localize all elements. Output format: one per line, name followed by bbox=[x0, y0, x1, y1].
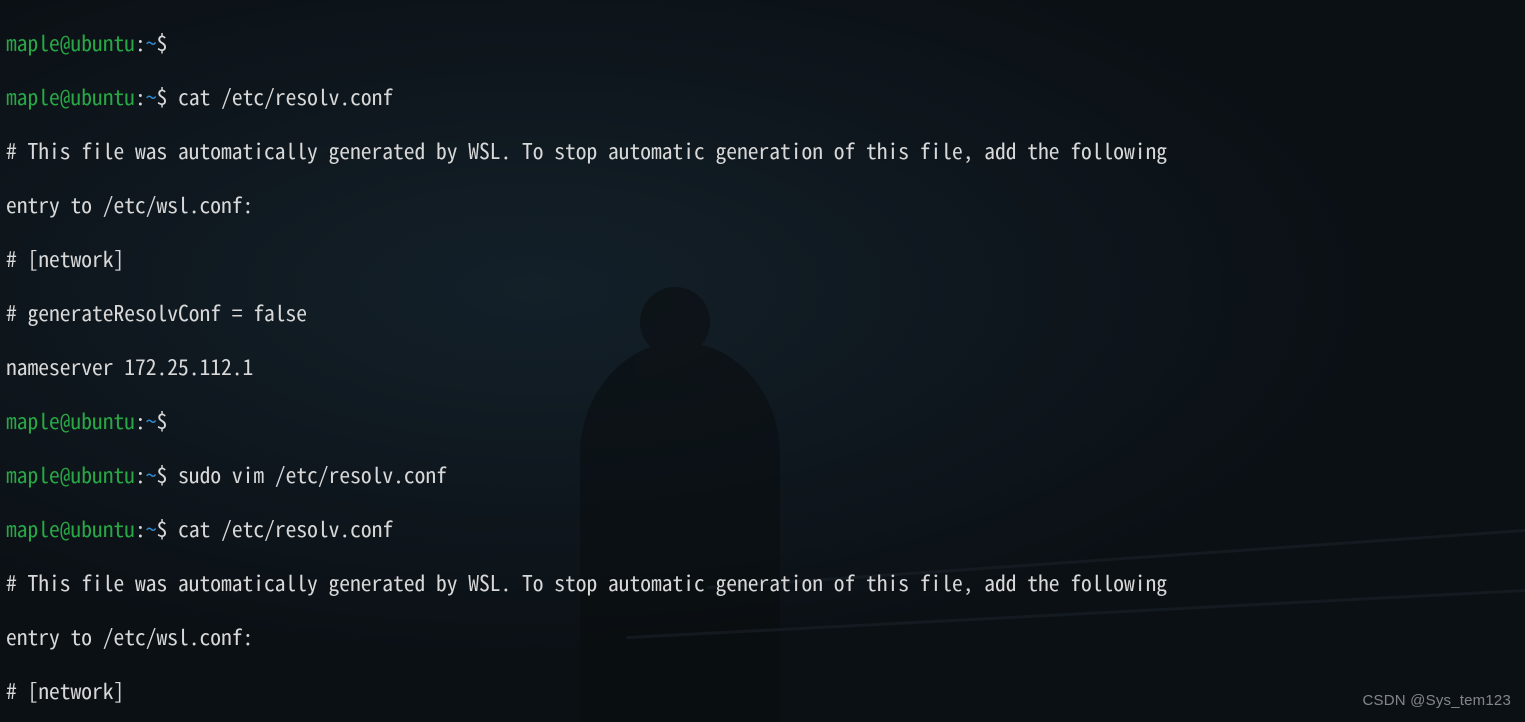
prompt-line: maple@ubuntu:~$ bbox=[6, 29, 1519, 56]
watermark-label: CSDN @Sys_tem123 bbox=[1363, 687, 1511, 714]
output-line: # [network] bbox=[6, 245, 1519, 272]
command-input[interactable]: cat /etc/resolv.conf bbox=[178, 513, 393, 544]
terminal-output[interactable]: maple@ubuntu:~$ maple@ubuntu:~$ cat /etc… bbox=[0, 0, 1525, 722]
prompt-line: maple@ubuntu:~$ cat /etc/resolv.conf bbox=[6, 515, 1519, 542]
prompt-line: maple@ubuntu:~$ bbox=[6, 407, 1519, 434]
command-input[interactable]: sudo vim /etc/resolv.conf bbox=[178, 459, 447, 490]
output-line: entry to /etc/wsl.conf: bbox=[6, 623, 1519, 650]
prompt-cwd: ~ bbox=[146, 27, 157, 58]
command-input[interactable]: cat /etc/resolv.conf bbox=[178, 81, 393, 112]
prompt-user: maple@ubuntu bbox=[6, 27, 135, 58]
output-line: entry to /etc/wsl.conf: bbox=[6, 191, 1519, 218]
output-line: # [network] bbox=[6, 677, 1519, 704]
prompt-line: maple@ubuntu:~$ sudo vim /etc/resolv.con… bbox=[6, 461, 1519, 488]
prompt-line: maple@ubuntu:~$ cat /etc/resolv.conf bbox=[6, 83, 1519, 110]
output-line: # generateResolvConf = false bbox=[6, 299, 1519, 326]
output-line: # This file was automatically generated … bbox=[6, 569, 1519, 596]
output-line: nameserver 172.25.112.1 bbox=[6, 353, 1519, 380]
output-line: # This file was automatically generated … bbox=[6, 137, 1519, 164]
